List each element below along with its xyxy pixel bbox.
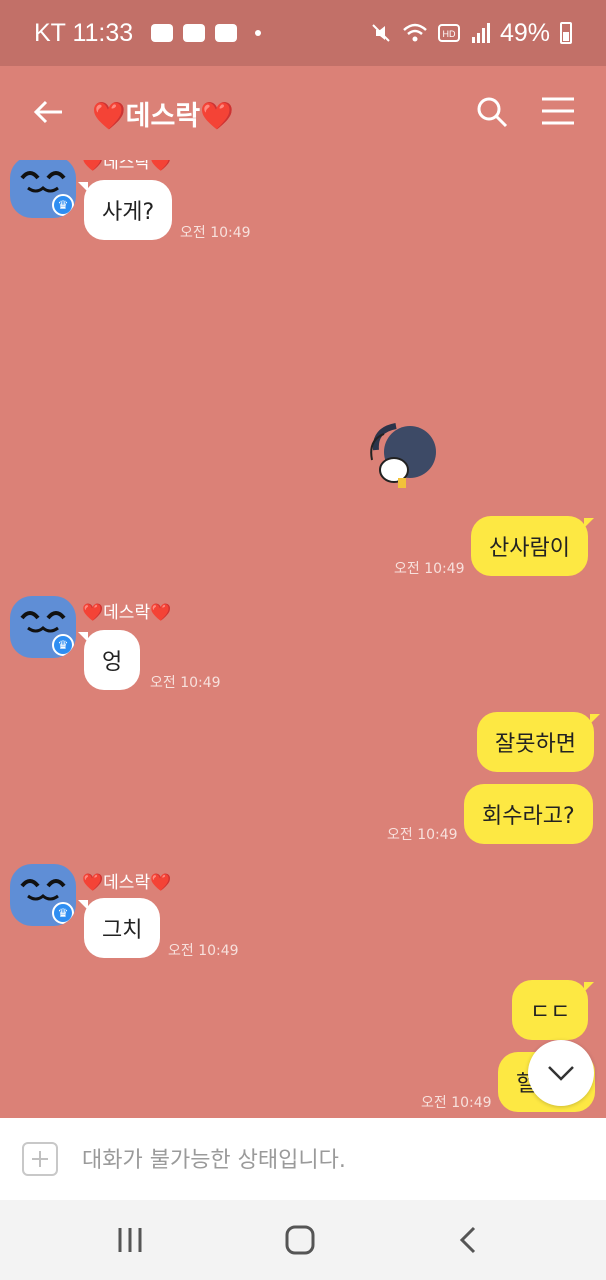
- chat-title: ❤️데스락❤️: [92, 101, 234, 132]
- wifi-icon: [403, 23, 427, 42]
- signal-icon: [471, 23, 490, 43]
- message-input-bar: [0, 1118, 606, 1200]
- message-bubble-outgoing[interactable]: 잘못하면: [477, 712, 600, 772]
- sender-name: ❤️데스락❤️: [82, 873, 172, 893]
- back-arrow-icon[interactable]: [30, 94, 66, 130]
- message-bubble-incoming[interactable]: 사게?: [77, 180, 173, 240]
- message-bubble-outgoing[interactable]: 산사람이: [471, 516, 594, 576]
- avatar[interactable]: ♛: [10, 160, 76, 218]
- menu-icon[interactable]: [540, 96, 576, 126]
- crown-icon: ♛: [52, 634, 74, 656]
- gallery-icon: [183, 24, 206, 42]
- message-time: 오전 10:49: [150, 675, 221, 691]
- svg-text:HD: HD: [442, 29, 455, 39]
- battery-icon: [560, 22, 572, 44]
- search-icon[interactable]: [474, 94, 510, 130]
- plus-icon: [32, 1151, 48, 1167]
- recent-apps-icon[interactable]: [110, 1224, 150, 1256]
- system-navigation-bar: [0, 1200, 606, 1280]
- message-list[interactable]: ♛ ❤️데스락❤️ 사게? 오전 10:49 오전 10:49 산사람이 ♛ ❤…: [0, 160, 606, 1118]
- crown-icon: ♛: [52, 902, 74, 924]
- message-text: 그치: [102, 918, 143, 943]
- message-text: 사게?: [102, 200, 155, 225]
- sender-name: ❤️데스락❤️: [82, 603, 172, 623]
- message-text: 산사람이: [489, 536, 570, 561]
- message-time: 오전 10:49: [180, 225, 251, 241]
- emoticon-sticker[interactable]: [366, 420, 440, 496]
- battery-percent: 49%: [499, 18, 550, 47]
- message-text: 엉: [102, 650, 123, 675]
- hd-icon: HD: [437, 24, 460, 42]
- crown-icon: ♛: [52, 194, 74, 216]
- message-bubble-incoming[interactable]: 그치: [77, 898, 161, 958]
- message-bubble-incoming[interactable]: 엉: [77, 630, 141, 690]
- message-bubble-outgoing[interactable]: 회수라고?: [464, 784, 593, 844]
- home-icon[interactable]: [280, 1224, 320, 1256]
- chat-header: ❤️데스락❤️: [0, 66, 606, 160]
- message-time: 오전 10:49: [421, 1095, 492, 1111]
- scroll-to-bottom-button[interactable]: [528, 1040, 594, 1106]
- status-bar: KT 11:33 HD 49%: [0, 0, 606, 66]
- talk-icon: [151, 24, 174, 42]
- attach-button[interactable]: [22, 1142, 58, 1176]
- message-time: 오전 10:49: [387, 827, 458, 843]
- message-bubble-outgoing[interactable]: ㄷㄷ: [512, 980, 596, 1040]
- avatar[interactable]: ♛: [10, 596, 76, 658]
- message-time: 오전 10:49: [394, 561, 465, 577]
- carrier-time: KT 11:33: [34, 18, 134, 47]
- mute-icon: [372, 24, 390, 42]
- message-time: 오전 10:49: [168, 943, 239, 959]
- dot-icon: [255, 30, 262, 36]
- sender-name: ❤️데스락❤️: [82, 160, 172, 173]
- youtube-icon: [215, 24, 238, 42]
- message-input[interactable]: [82, 1142, 562, 1178]
- message-text: 회수라고?: [482, 804, 575, 829]
- chevron-down-icon: [548, 1066, 574, 1081]
- message-text: 잘못하면: [495, 732, 576, 757]
- message-text: ㄷㄷ: [530, 1000, 571, 1025]
- back-nav-icon[interactable]: [450, 1224, 490, 1256]
- avatar[interactable]: ♛: [10, 864, 76, 926]
